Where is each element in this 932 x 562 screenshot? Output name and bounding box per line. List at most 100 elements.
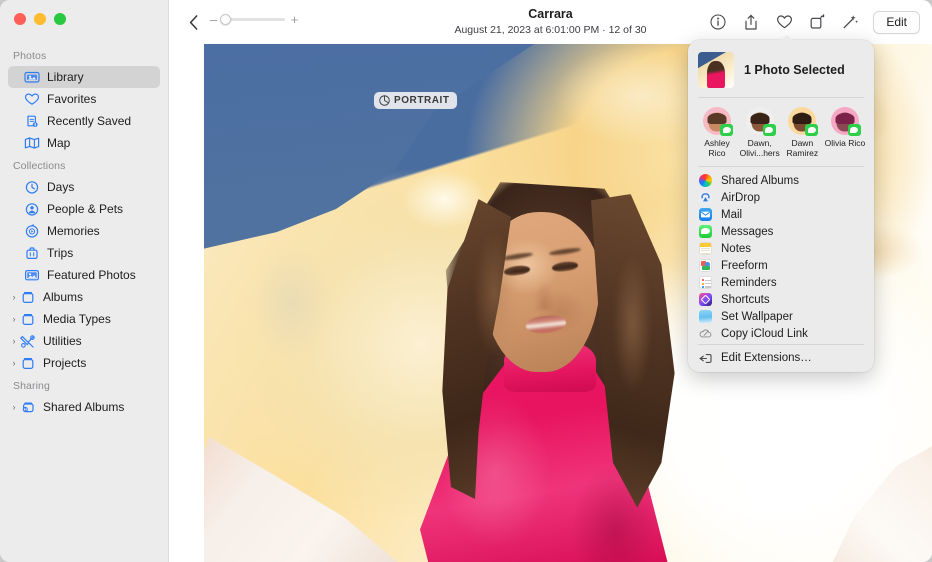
sidebar-item-trips[interactable]: Trips — [8, 242, 160, 264]
sidebar-item-people-pets[interactable]: People & Pets — [8, 198, 160, 220]
chevron-right-icon[interactable]: › — [9, 403, 19, 412]
menu-item-mail[interactable]: Mail — [689, 206, 873, 223]
contact-name-line2: Olivi...hers — [739, 148, 781, 158]
chevron-right-icon[interactable]: › — [9, 337, 19, 346]
memories-play-icon — [24, 223, 40, 239]
sidebar-item-label: Memories — [47, 224, 100, 238]
subject-hair-highlights — [444, 204, 674, 504]
portrait-badge-label: PORTRAIT — [394, 95, 450, 106]
featured-photo-icon — [24, 267, 40, 283]
rotate-button[interactable] — [804, 9, 830, 35]
sidebar-item-projects[interactable]: › Projects — [8, 352, 160, 374]
auto-enhance-button[interactable] — [837, 9, 863, 35]
menu-item-edit-extensions[interactable]: Edit Extensions… — [689, 349, 873, 367]
sidebar-item-library[interactable]: Library — [8, 66, 160, 88]
sidebar-scroll-area[interactable]: PhotosLibraryFavoritesRecently SavedMapC… — [0, 44, 168, 562]
menu-item-label: Messages — [721, 226, 773, 238]
sidebar-item-media-types[interactable]: ›Media Types — [8, 308, 160, 330]
library-icon — [24, 69, 40, 85]
menu-item-shared-albums[interactable]: Shared Albums — [689, 172, 873, 189]
freeform-icon — [699, 259, 712, 272]
sidebar-item-recently-saved[interactable]: Recently Saved — [8, 110, 160, 132]
menu-item-label: Copy iCloud Link — [721, 328, 808, 340]
chevron-left-icon — [189, 15, 198, 30]
menu-item-freeform[interactable]: Freeform — [689, 257, 873, 274]
contact-suggestion[interactable]: AshleyRico — [696, 107, 738, 158]
menu-item-copy-icloud-link[interactable]: Copy iCloud Link — [689, 325, 873, 342]
menu-item-label: Edit Extensions… — [721, 352, 812, 364]
maximize-window-button[interactable] — [54, 13, 66, 25]
menu-item-label: Shared Albums — [721, 175, 799, 187]
sidebar-section-header-collections: Collections — [0, 154, 168, 176]
menu-item-shortcuts[interactable]: Shortcuts — [689, 291, 873, 308]
sidebar-item-label: Map — [47, 136, 70, 150]
zoom-out-label[interactable]: – — [209, 13, 218, 26]
menu-item-reminders[interactable]: Reminders — [689, 274, 873, 291]
info-button[interactable] — [705, 9, 731, 35]
photos-window: PhotosLibraryFavoritesRecently SavedMapC… — [0, 0, 932, 562]
avatar-hair — [750, 113, 769, 124]
avatar — [746, 107, 774, 135]
menu-item-set-wallpaper[interactable]: Set Wallpaper — [689, 308, 873, 325]
zoom-slider-track[interactable] — [223, 18, 285, 21]
avatar-hair — [708, 113, 727, 124]
sidebar-item-label: Library — [47, 70, 84, 84]
contact-name: Ashley — [696, 138, 738, 148]
sidebar-item-label: Favorites — [47, 92, 96, 106]
sidebar-item-map[interactable]: Map — [8, 132, 160, 154]
sidebar-section-header-sharing: Sharing — [0, 374, 168, 396]
sidebar-item-memories[interactable]: Memories — [8, 220, 160, 242]
zoom-in-label[interactable]: + — [290, 13, 299, 26]
minimize-window-button[interactable] — [34, 13, 46, 25]
thumbnail-subject — [707, 61, 725, 88]
edit-button[interactable]: Edit — [873, 11, 920, 34]
portrait-badge[interactable]: PORTRAIT — [374, 92, 457, 109]
messages-icon — [699, 225, 712, 238]
contact-name: Dawn — [781, 138, 823, 148]
menu-item-airdrop[interactable]: AirDrop — [689, 189, 873, 206]
aperture-icon — [379, 95, 390, 106]
edit-button-label: Edit — [886, 15, 907, 29]
airdrop-icon — [699, 191, 712, 204]
chevron-right-icon[interactable]: › — [9, 315, 19, 324]
sidebar-item-days[interactable]: Days — [8, 176, 160, 198]
sidebar-item-label: Projects — [43, 356, 86, 370]
sidebar-item-albums[interactable]: › Albums — [8, 286, 160, 308]
favorite-button[interactable] — [771, 9, 797, 35]
map-icon — [24, 135, 40, 151]
messages-badge-icon — [805, 124, 818, 136]
reminders-icon — [699, 276, 712, 289]
contact-suggestion[interactable]: DawnRamirez — [781, 107, 823, 158]
avatar — [703, 107, 731, 135]
notes-icon — [699, 242, 712, 255]
menu-item-notes[interactable]: Notes — [689, 240, 873, 257]
window-traffic-lights[interactable] — [14, 13, 66, 25]
album-folder-icon — [20, 289, 36, 305]
zoom-slider-knob[interactable] — [220, 14, 231, 25]
close-window-button[interactable] — [14, 13, 26, 25]
contact-suggestion[interactable]: Dawn,Olivi...hers — [739, 107, 781, 158]
chevron-right-icon[interactable]: › — [9, 359, 19, 368]
toolbar: – + Carrara August 21, 2023 at 6:01:00 P… — [169, 0, 932, 44]
sidebar-item-shared-albums[interactable]: ›Shared Albums — [8, 396, 160, 418]
messages-badge-icon — [763, 124, 776, 136]
share-popover-title: 1 Photo Selected — [744, 63, 845, 77]
zoom-slider[interactable]: – + — [209, 13, 299, 26]
sidebar-item-label: People & Pets — [47, 202, 123, 216]
shared-album-icon — [20, 399, 36, 415]
contact-name-line2: Rico — [696, 148, 738, 158]
rotate-icon — [809, 14, 826, 30]
sidebar-item-featured-photos[interactable]: Featured Photos — [8, 264, 160, 286]
selected-photo-thumbnail — [698, 52, 734, 88]
sidebar-item-utilities[interactable]: ›Utilities — [8, 330, 160, 352]
menu-item-messages[interactable]: Messages — [689, 223, 873, 240]
info-circle-icon — [710, 14, 726, 30]
sidebar-item-label: Albums — [43, 290, 83, 304]
share-button[interactable] — [738, 9, 764, 35]
messages-badge-icon — [848, 124, 861, 136]
sidebar-item-label: Featured Photos — [47, 268, 136, 282]
back-button[interactable] — [182, 10, 204, 34]
contact-suggestion[interactable]: Olivia Rico — [824, 107, 866, 158]
chevron-right-icon[interactable]: › — [9, 293, 19, 302]
sidebar-item-favorites[interactable]: Favorites — [8, 88, 160, 110]
